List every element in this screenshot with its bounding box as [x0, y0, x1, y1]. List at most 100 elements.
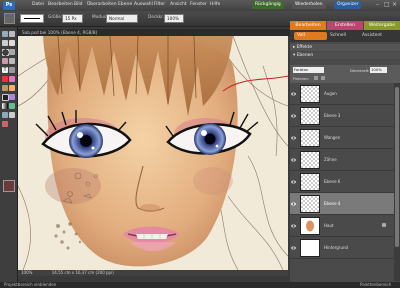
- menu-ebene[interactable]: Ebene: [118, 2, 132, 7]
- menu-ansicht[interactable]: Ansicht: [170, 2, 187, 7]
- spot-healing-tool-icon[interactable]: [9, 76, 15, 82]
- zoom-tool-icon[interactable]: [9, 31, 15, 37]
- layers-section-header[interactable]: ▾ Ebenen: [290, 52, 400, 59]
- subtab-voll-label: Voll: [297, 33, 305, 38]
- pencil-tool-icon[interactable]: [2, 121, 8, 127]
- menu-bild[interactable]: Bild: [74, 2, 82, 7]
- lasso-tool-icon[interactable]: [9, 49, 15, 55]
- subtab-schnell-label: Schnell: [330, 33, 346, 38]
- layer-thumbnail: [300, 129, 320, 147]
- foreground-color-swatch[interactable]: [3, 180, 15, 192]
- layer-thumbnail: [300, 195, 320, 213]
- lock-all-icon[interactable]: [321, 76, 325, 80]
- lock-label: Fixieren:: [293, 76, 310, 81]
- lock-transparency-icon[interactable]: [314, 76, 318, 80]
- organizer-label: Organizer: [337, 2, 359, 7]
- menu-auswahl[interactable]: Auswahl: [134, 2, 153, 7]
- marquee-tool-icon[interactable]: [2, 49, 9, 56]
- selection-brush-tool-icon[interactable]: [9, 58, 15, 64]
- layer-name: Ebene 4: [324, 201, 341, 206]
- document-title: Sab.psd bei 100% (Ebene 4, RGB/8): [22, 30, 98, 35]
- layer-row[interactable]: Zähne: [290, 149, 394, 171]
- menu-fenster[interactable]: Fenster: [190, 2, 207, 7]
- layer-list: Augen Ebene 3 Wangen Zähne Ebene 6 Ebene…: [290, 83, 394, 281]
- layer-row[interactable]: Ebene 3: [290, 105, 394, 127]
- menu-filter[interactable]: Filter: [154, 2, 165, 7]
- effects-section-title: Effekte: [296, 45, 313, 50]
- layer-row[interactable]: Wangen: [290, 127, 394, 149]
- opacity-field[interactable]: 100%: [164, 14, 184, 23]
- undo-label: Rückgängig: [255, 2, 281, 7]
- blend-mode-select[interactable]: Farbton: [293, 67, 324, 73]
- tab-weitergabe[interactable]: Weitergabe: [364, 21, 400, 30]
- brush-tool-icon[interactable]: [4, 13, 15, 24]
- layer-row[interactable]: Ebene 6: [290, 171, 394, 193]
- eyedropper-tool-icon[interactable]: [9, 40, 15, 46]
- subtab-voll[interactable]: Voll: [294, 32, 327, 40]
- menu-hilfe[interactable]: Hilfe: [210, 2, 220, 7]
- palette-bin-toggle[interactable]: Palettenbereich: [360, 282, 391, 288]
- layer-row[interactable]: Haut: [290, 215, 394, 237]
- size-field[interactable]: 15 Px: [62, 14, 83, 23]
- red-eye-tool-icon[interactable]: [2, 76, 8, 82]
- layer-row-selected[interactable]: Ebene 4: [290, 193, 394, 215]
- layer-row[interactable]: Augen: [290, 83, 394, 105]
- shape-tool-icon[interactable]: [9, 103, 15, 109]
- gradient-tool-icon[interactable]: [2, 103, 8, 109]
- layer-opacity-label: Deckkraft:: [350, 68, 370, 73]
- menu-bearbeiten[interactable]: Bearbeiten: [48, 2, 73, 7]
- canvas[interactable]: [18, 36, 288, 270]
- layer-name: Haut: [324, 223, 334, 228]
- organizer-button[interactable]: Organizer: [334, 1, 362, 9]
- maximize-icon[interactable]: □: [384, 1, 390, 8]
- subtab-assistent[interactable]: Assistent: [362, 32, 382, 40]
- paint-bucket-tool-icon[interactable]: [9, 94, 15, 100]
- layer-row[interactable]: Hintergrund: [290, 237, 394, 259]
- tab-bearbeiten[interactable]: Bearbeiten: [290, 21, 326, 30]
- visibility-eye-icon[interactable]: [291, 136, 296, 140]
- text-tool-icon[interactable]: T: [2, 67, 8, 73]
- magic-wand-tool-icon[interactable]: [2, 58, 8, 64]
- effects-section-header[interactable]: ▸ Effekte: [290, 44, 400, 51]
- document-size-info: 14,55 cm x 16,37 cm (200 ppi): [51, 270, 114, 275]
- layer-name: Hintergrund: [324, 245, 349, 250]
- crop-tool-icon[interactable]: [9, 67, 15, 73]
- move-tool-icon[interactable]: [2, 31, 8, 37]
- minimize-icon[interactable]: –: [376, 1, 379, 8]
- visibility-eye-icon[interactable]: [291, 246, 296, 250]
- layer-opacity-field[interactable]: 100%: [370, 67, 387, 73]
- layer-controls: Farbton Deckkraft: 100% Fixieren:: [290, 65, 400, 83]
- layers-scrollbar-thumb[interactable]: [395, 87, 399, 247]
- tab-erstellen[interactable]: Erstellen: [327, 21, 363, 30]
- eraser-tool-icon[interactable]: [9, 85, 15, 91]
- status-bar: 100% 14,55 cm x 16,37 cm (200 ppi): [18, 270, 288, 276]
- sponge-tool-icon[interactable]: [9, 112, 15, 118]
- visibility-eye-icon[interactable]: [291, 202, 296, 206]
- layer-thumbnail: [300, 173, 320, 191]
- undo-button[interactable]: Rückgängig: [252, 1, 284, 9]
- subtab-schnell[interactable]: Schnell: [330, 32, 346, 40]
- layer-thumbnail: [300, 107, 320, 125]
- visibility-eye-icon[interactable]: [291, 114, 296, 118]
- layer-thumbnail: [300, 217, 320, 235]
- close-icon[interactable]: ×: [392, 1, 397, 8]
- visibility-eye-icon[interactable]: [291, 224, 296, 228]
- document-title-bar: Sab.psd bei 100% (Ebene 4, RGB/8): [18, 29, 292, 36]
- blur-tool-icon[interactable]: [2, 112, 8, 118]
- zoom-value[interactable]: 100%: [21, 270, 32, 275]
- project-bin-toggle[interactable]: Projektbereich einblenden: [4, 282, 56, 288]
- brush-tool-active-icon[interactable]: [2, 94, 9, 101]
- brush-preset-picker[interactable]: [20, 14, 44, 23]
- clone-stamp-tool-icon[interactable]: [2, 85, 8, 91]
- lock-icon: [382, 223, 386, 227]
- menu-datei[interactable]: Datei: [32, 2, 44, 7]
- visibility-eye-icon[interactable]: [291, 158, 296, 162]
- mode-select[interactable]: Normal: [106, 14, 138, 23]
- menu-ueberarbeiten[interactable]: Überarbeiten: [87, 2, 117, 7]
- size-label: Größe:: [48, 15, 63, 20]
- hand-tool-icon[interactable]: [2, 40, 8, 46]
- redo-label: Wiederholen: [295, 2, 323, 7]
- visibility-eye-icon[interactable]: [291, 92, 296, 96]
- redo-button[interactable]: Wiederholen: [292, 1, 326, 9]
- visibility-eye-icon[interactable]: [291, 180, 296, 184]
